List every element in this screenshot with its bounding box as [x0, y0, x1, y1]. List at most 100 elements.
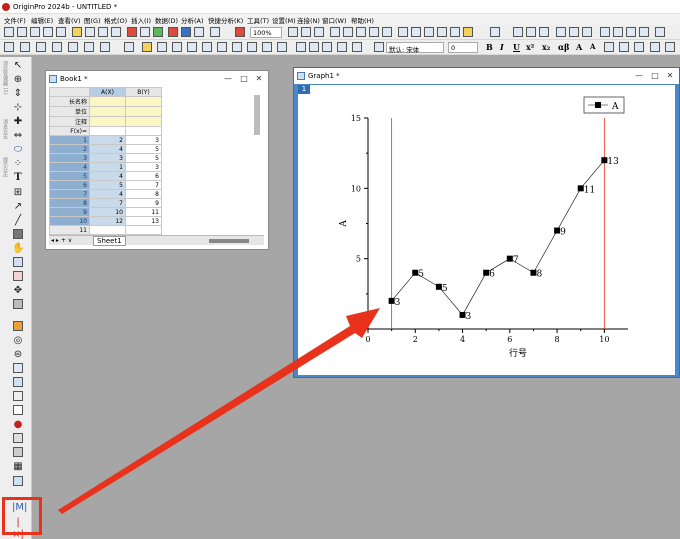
cell-b[interactable]: 9 — [125, 198, 162, 208]
filter-clear-icon[interactable] — [626, 27, 636, 37]
color-scale-icon[interactable] — [13, 321, 23, 331]
workbook-title-bar[interactable]: Book1 * — □ ✕ — [46, 71, 268, 87]
menu-quick-analysis[interactable]: 快捷分析(K) — [208, 15, 243, 25]
open-template-icon[interactable] — [111, 27, 121, 37]
line-width-icon[interactable] — [650, 42, 660, 52]
app-gallery-icon[interactable] — [450, 27, 460, 37]
plot-setup-icon[interactable] — [124, 42, 134, 52]
cell-a[interactable]: 1 — [89, 162, 126, 172]
record-icon[interactable] — [235, 27, 245, 37]
graph-title-bar[interactable]: Graph1 * — □ ✕ — [294, 68, 679, 84]
cell-a[interactable]: 4 — [89, 189, 126, 199]
insert-note-icon[interactable] — [13, 391, 23, 401]
cell-a[interactable]: 3 — [89, 153, 126, 163]
row-header[interactable]: 9 — [49, 207, 90, 217]
new-function-icon[interactable] — [56, 27, 66, 37]
cell-b[interactable]: 3 — [125, 135, 162, 145]
results-log-icon[interactable] — [369, 27, 379, 37]
open-icon[interactable] — [98, 27, 108, 37]
column-tools-icon[interactable] — [490, 27, 500, 37]
pin-icon[interactable] — [100, 42, 110, 52]
meta-cell[interactable] — [89, 126, 126, 136]
layer-indicator[interactable]: 1 — [298, 85, 310, 94]
clipboard-icon[interactable] — [322, 42, 332, 52]
rectangle-tool-icon[interactable] — [13, 229, 23, 239]
graph-page[interactable]: 0 2 4 6 8 10 0 5 10 15 行号 A 3 5 5 3 6 7 8 9 11 13 A — [298, 85, 675, 375]
hide-icon[interactable] — [655, 27, 665, 37]
new-matrix-icon[interactable] — [43, 27, 53, 37]
maximize-button[interactable]: □ — [238, 73, 250, 85]
export-graph-icon[interactable] — [210, 27, 220, 37]
new-graph-icon[interactable] — [30, 27, 40, 37]
subscript-button[interactable]: x₂ — [542, 42, 550, 52]
column-header-b[interactable]: B(Y) — [125, 87, 162, 97]
row-header[interactable]: 4 — [49, 162, 90, 172]
data-selector-icon[interactable]: ⇔ — [12, 130, 24, 142]
insert-worksheet-icon[interactable] — [13, 405, 23, 415]
tab-project-explorer[interactable]: 项目管理器 (1) — [1, 61, 9, 111]
new-notes-icon[interactable] — [85, 27, 95, 37]
layer-extract-icon[interactable] — [187, 42, 197, 52]
insert-graph-icon[interactable] — [13, 271, 23, 281]
close-button[interactable]: ✕ — [664, 70, 676, 82]
statistics-icon[interactable] — [513, 27, 523, 37]
maximize-button[interactable]: □ — [649, 70, 661, 82]
forward-icon[interactable] — [20, 42, 30, 52]
menu-plot[interactable]: 图(G) — [84, 15, 101, 25]
mask-tool-icon[interactable]: ⁘ — [12, 158, 24, 170]
menu-help[interactable]: 帮助(H) — [351, 15, 374, 25]
row-header[interactable]: 11 — [49, 225, 90, 235]
gear-icon[interactable] — [262, 42, 272, 52]
cell-b[interactable]: 8 — [125, 189, 162, 199]
minimize-button[interactable]: — — [222, 73, 234, 85]
cell-a[interactable]: 4 — [89, 144, 126, 154]
cell-b[interactable]: 6 — [125, 171, 162, 181]
bold-button[interactable]: B — [486, 42, 493, 52]
rescale-icon[interactable] — [52, 42, 62, 52]
graph-window[interactable]: Graph1 * — □ ✕ 0 2 4 6 8 10 0 5 10 15 行号 A 3 5 5 3 6 7 8 9 1… — [293, 67, 680, 378]
meta-cell[interactable] — [89, 96, 126, 107]
code-builder-icon[interactable] — [356, 27, 366, 37]
duplicate-icon[interactable] — [314, 27, 324, 37]
screen-reader-icon[interactable]: ⊹ — [12, 102, 24, 114]
zoom-in-icon[interactable] — [68, 42, 78, 52]
font-size-select[interactable]: 0 — [448, 42, 478, 53]
align-left-icon[interactable] — [604, 42, 614, 52]
menu-insert[interactable]: 插入(I) — [131, 15, 151, 25]
menu-file[interactable]: 文件(F) — [4, 15, 26, 25]
menu-data[interactable]: 数据(D) — [155, 15, 178, 25]
column-header-a[interactable]: A(X) — [89, 87, 126, 97]
cell-a[interactable]: 10 — [89, 207, 126, 217]
row-header[interactable]: 8 — [49, 198, 90, 208]
merge-graphs-icon[interactable] — [157, 42, 167, 52]
cloud-icon[interactable] — [424, 27, 434, 37]
tab-sheet1[interactable]: Sheet1 — [93, 236, 126, 246]
scale-tool-icon[interactable]: ⇕ — [12, 88, 24, 100]
insert-table-icon[interactable] — [13, 363, 23, 373]
add-row-icon[interactable] — [582, 27, 592, 37]
pointer-icon[interactable] — [36, 42, 46, 52]
corner-cell[interactable] — [49, 87, 90, 97]
copy-format-icon[interactable] — [296, 42, 306, 52]
set-column-icon[interactable] — [556, 27, 566, 37]
circle-tool-icon[interactable]: ◎ — [12, 335, 24, 347]
new-project-icon[interactable] — [4, 27, 14, 37]
menu-tools[interactable]: 工具(T) — [247, 15, 269, 25]
text-tool-icon[interactable]: T — [12, 172, 24, 184]
recent-books-icon[interactable] — [127, 27, 137, 37]
workbook-window[interactable]: Book1 * — □ ✕ A(X) B(Y) 长名称 单位 注释 F(x)= … — [45, 70, 269, 250]
cell-a[interactable]: 5 — [89, 180, 126, 190]
meta-cell[interactable] — [125, 106, 162, 117]
save-window-icon[interactable] — [181, 27, 191, 37]
group-icon[interactable] — [13, 447, 23, 457]
table-icon[interactable]: ▦ — [12, 461, 24, 473]
close-button[interactable]: ✕ — [253, 73, 265, 85]
add-legend-icon[interactable] — [247, 42, 257, 52]
align-center-icon[interactable] — [619, 42, 629, 52]
cell-a[interactable]: 12 — [89, 216, 126, 226]
layer-management-icon[interactable] — [277, 42, 287, 52]
menu-edit[interactable]: 编辑(E) — [31, 15, 53, 25]
arrange-layers-icon[interactable] — [172, 42, 182, 52]
bubble-scale-icon[interactable]: ⊜ — [12, 349, 24, 361]
function-tool-icon[interactable] — [13, 257, 23, 267]
